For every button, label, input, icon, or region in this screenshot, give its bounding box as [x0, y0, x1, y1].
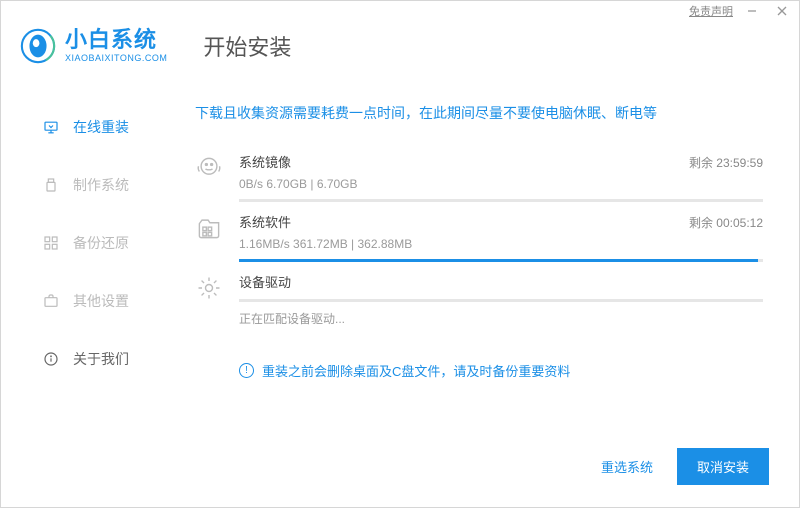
body: 在线重装 制作系统 备份还原 其他设置 [1, 75, 799, 503]
warning-icon: ! [239, 363, 254, 378]
task-title: 设备驱动 [239, 272, 291, 291]
task-remaining: 剩余 00:05:12 [689, 214, 763, 231]
sidebar-item-backup[interactable]: 备份还原 [1, 221, 171, 265]
software-task-icon [195, 214, 223, 242]
notice-text: 下载且收集资源需要耗费一点时间，在此期间尽量不要使电脑休眠、断电等 [195, 103, 763, 124]
sidebar-item-label: 备份还原 [73, 233, 129, 253]
task-software: 系统软件 剩余 00:05:12 1.16MB/s 361.72MB | 362… [195, 212, 763, 262]
minimize-button[interactable] [741, 2, 763, 20]
disclaimer-link[interactable]: 免责声明 [689, 3, 733, 19]
task-title: 系统镜像 [239, 152, 291, 171]
sidebar-item-reinstall[interactable]: 在线重装 [1, 105, 171, 149]
briefcase-icon [43, 293, 59, 309]
image-task-icon [195, 154, 223, 182]
warning-text: 重装之前会删除桌面及C盘文件，请及时备份重要资料 [262, 361, 570, 380]
monitor-download-icon [43, 119, 59, 135]
progress-bar [239, 199, 763, 202]
sidebar-item-settings[interactable]: 其他设置 [1, 279, 171, 323]
main: 下载且收集资源需要耗费一点时间，在此期间尽量不要使电脑休眠、断电等 系统镜像 剩… [171, 75, 799, 503]
task-remaining: 剩余 23:59:59 [689, 154, 763, 171]
progress-bar [239, 259, 763, 262]
task-stats: 0B/s 6.70GB | 6.70GB [239, 177, 763, 191]
sidebar-item-label: 关于我们 [73, 349, 129, 369]
task-stats: 1.16MB/s 361.72MB | 362.88MB [239, 237, 763, 251]
brand-name: 小白系统 [65, 29, 167, 51]
sidebar-item-make-system[interactable]: 制作系统 [1, 163, 171, 207]
task-drivers: 设备驱动 正在匹配设备驱动... [195, 272, 763, 327]
progress-bar [239, 299, 763, 302]
task-image: 系统镜像 剩余 23:59:59 0B/s 6.70GB | 6.70GB [195, 152, 763, 202]
sidebar-item-label: 其他设置 [73, 291, 129, 311]
task-title: 系统软件 [239, 212, 291, 231]
brand-sub: XIAOBAIXITONG.COM [65, 53, 167, 63]
warning: ! 重装之前会删除桌面及C盘文件，请及时备份重要资料 [239, 361, 763, 380]
usb-icon [43, 177, 59, 193]
sidebar: 在线重装 制作系统 备份还原 其他设置 [1, 75, 171, 503]
app-window: 免责声明 小白系统 XIAOBAIXITONG.COM 开始安装 [0, 0, 800, 508]
sidebar-item-label: 制作系统 [73, 175, 129, 195]
grid-icon [43, 235, 59, 251]
task-sub: 正在匹配设备驱动... [239, 310, 763, 327]
logo: 小白系统 XIAOBAIXITONG.COM [19, 27, 167, 65]
reselect-system-button[interactable]: 重选系统 [591, 449, 663, 484]
sidebar-item-label: 在线重装 [73, 117, 129, 137]
driver-task-icon [195, 274, 223, 302]
footer: 重选系统 取消安装 [591, 448, 769, 485]
cancel-install-button[interactable]: 取消安装 [677, 448, 769, 485]
close-button[interactable] [771, 2, 793, 20]
titlebar: 免责声明 [1, 1, 799, 21]
logo-icon [19, 27, 57, 65]
info-icon [43, 351, 59, 367]
sidebar-item-about[interactable]: 关于我们 [1, 337, 171, 381]
header: 小白系统 XIAOBAIXITONG.COM 开始安装 [1, 21, 799, 75]
page-title: 开始安装 [203, 30, 291, 62]
